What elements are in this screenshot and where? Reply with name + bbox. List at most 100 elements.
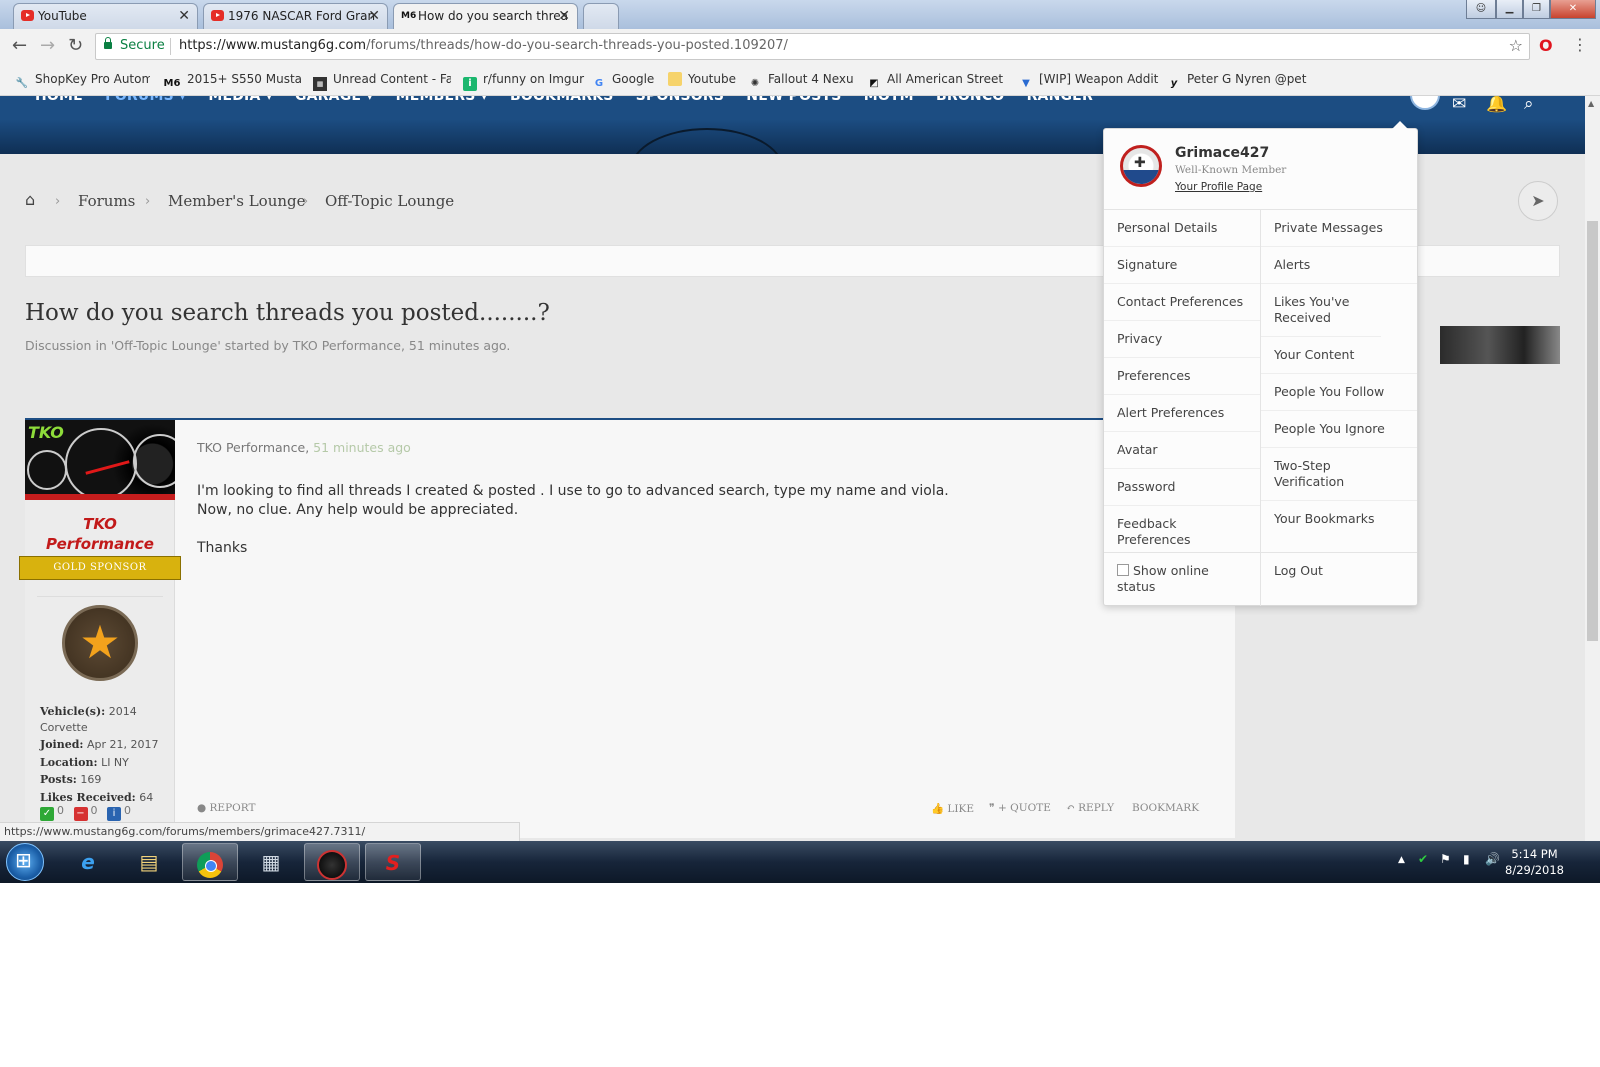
menu-preferences[interactable]: Preferences xyxy=(1104,358,1260,395)
account-avatar[interactable] xyxy=(1120,145,1162,187)
menu-your-content[interactable]: Your Content xyxy=(1261,337,1417,374)
user-icon[interactable]: ☺ xyxy=(1466,0,1496,19)
minimize-icon[interactable]: ▁ xyxy=(1496,0,1523,19)
show-hidden-icons[interactable]: ▲ xyxy=(1398,855,1405,865)
logout-link[interactable]: Log Out xyxy=(1274,563,1323,578)
sync-icon[interactable]: ✔ xyxy=(1418,852,1428,866)
menu-signature[interactable]: Signature xyxy=(1104,247,1260,284)
tab-current-thread[interactable]: M6 How do you search threa ✕ xyxy=(393,3,578,30)
menu-dots-icon[interactable]: ⋮ xyxy=(1572,35,1588,54)
account-avatar-icon[interactable] xyxy=(1410,96,1440,110)
tab-nascar[interactable]: 1976 NASCAR Ford Gran ✕ xyxy=(203,3,388,29)
menu-privacy[interactable]: Privacy xyxy=(1104,321,1260,358)
account-username[interactable]: Grimace427 xyxy=(1175,145,1269,161)
file-explorer-icon[interactable]: ▤ xyxy=(121,843,177,881)
minus-icon[interactable]: − xyxy=(73,807,88,821)
menu-password[interactable]: Password xyxy=(1104,469,1260,506)
author-name[interactable]: TKO Performance xyxy=(25,514,175,554)
back-icon[interactable]: ← xyxy=(12,35,27,56)
menu-avatar[interactable]: Avatar xyxy=(1104,432,1260,469)
page-scrollbar[interactable]: ▲ ▼ xyxy=(1585,96,1600,857)
bookmark-item[interactable]: ◩ All American Street R xyxy=(867,72,1007,91)
internet-explorer-icon[interactable]: e xyxy=(60,843,116,881)
tab-youtube[interactable]: YouTube ✕ xyxy=(13,3,198,29)
menu-feedback-preferences[interactable]: Feedback Preferences xyxy=(1104,506,1244,558)
nav-forums[interactable]: FORUMS ▾ xyxy=(105,96,186,104)
close-tab-icon[interactable]: ✕ xyxy=(558,4,570,28)
inbox-icon[interactable]: ✉ xyxy=(1452,96,1466,114)
flag-icon[interactable]: ⚑ xyxy=(1440,852,1451,866)
breadcrumb-members-lounge[interactable]: Member's Lounge xyxy=(168,192,306,210)
close-window-icon[interactable]: ✕ xyxy=(1550,0,1596,19)
restore-icon[interactable]: ❐ xyxy=(1523,0,1550,19)
bookmark-item[interactable]: i r/funny on Imgur xyxy=(463,72,588,91)
new-tab-button[interactable] xyxy=(583,3,619,29)
url-text[interactable]: https://www.mustang6g.com/forums/threads… xyxy=(179,38,788,53)
menu-personal-details[interactable]: Personal Details xyxy=(1104,210,1260,247)
menu-private-messages[interactable]: Private Messages xyxy=(1261,210,1417,247)
post-time[interactable]: 51 minutes ago xyxy=(313,440,411,455)
compass-icon[interactable]: ➤ xyxy=(1518,181,1558,221)
bookmark-item[interactable]: ▼ [WIP] Weapon Additi xyxy=(1019,72,1159,91)
menu-your-bookmarks[interactable]: Your Bookmarks xyxy=(1261,501,1417,537)
post-author-link[interactable]: TKO Performance xyxy=(197,440,305,455)
like-button[interactable]: 👍 LIKE xyxy=(931,802,974,815)
check-icon[interactable]: ✓ xyxy=(40,807,54,821)
author-avatar[interactable]: TKO xyxy=(25,420,175,500)
close-tab-icon[interactable]: ✕ xyxy=(178,4,190,28)
home-icon[interactable]: ⌂ xyxy=(25,190,35,209)
nav-garage[interactable]: GARAGE ▾ xyxy=(295,96,374,104)
nav-bookmarks[interactable]: BOOKMARKS xyxy=(510,96,614,104)
nav-ranger[interactable]: RANGER xyxy=(1027,96,1093,104)
menu-alert-preferences[interactable]: Alert Preferences xyxy=(1104,395,1260,432)
breadcrumb-forums[interactable]: Forums xyxy=(78,192,135,210)
network-icon[interactable]: ▮ xyxy=(1463,852,1470,866)
search-icon[interactable]: ⌕ xyxy=(1524,96,1534,114)
chrome-icon[interactable] xyxy=(182,843,238,881)
show-online-toggle[interactable]: Show online status xyxy=(1117,563,1247,595)
bookmark-item[interactable]: M6 2015+ S550 Mustang xyxy=(163,72,301,91)
start-button[interactable] xyxy=(6,843,44,881)
nav-sponsors[interactable]: SPONSORS xyxy=(636,96,724,104)
calculator-icon[interactable]: ▦ xyxy=(243,843,299,881)
address-bar[interactable]: Secure https://www.mustang6g.com/forums/… xyxy=(95,33,1530,60)
scroll-up-icon[interactable]: ▲ xyxy=(1588,99,1594,108)
reply-button[interactable]: ↶ REPLY xyxy=(1066,802,1114,814)
nav-members[interactable]: MEMBERS ▾ xyxy=(396,96,488,104)
menu-alerts[interactable]: Alerts xyxy=(1261,247,1417,284)
nav-bronco[interactable]: BRONCO xyxy=(936,96,1004,104)
bookmark-item[interactable]: ✺ Fallout 4 Nexus xyxy=(748,72,853,91)
bookmark-item[interactable]: Youtube xyxy=(668,72,748,86)
menu-two-step-verification[interactable]: Two-Step Verification xyxy=(1261,448,1417,501)
volume-icon[interactable]: 🔊 xyxy=(1485,852,1500,866)
menu-people-you-ignore[interactable]: People You Ignore xyxy=(1261,411,1417,448)
bookmark-item[interactable]: y Peter G Nyren @pete xyxy=(1167,72,1307,91)
nav-new-posts[interactable]: NEW POSTS xyxy=(746,96,841,104)
bookmark-item[interactable]: 🔧 ShopKey Pro Automo xyxy=(15,72,150,91)
report-button[interactable]: ● REPORT xyxy=(197,802,255,814)
breadcrumb-off-topic[interactable]: Off-Topic Lounge xyxy=(325,192,454,210)
bookmark-star-icon[interactable]: ☆ xyxy=(1509,36,1523,55)
bookmark-item[interactable]: ▦ Unread Content - Fa xyxy=(313,72,451,91)
speedometer-app-icon[interactable] xyxy=(304,843,360,881)
info-icon[interactable]: i xyxy=(107,807,121,821)
system-clock[interactable]: 5:14 PM 8/29/2018 xyxy=(1505,846,1564,878)
bookmark-item[interactable]: G Google xyxy=(592,72,662,91)
menu-people-you-follow[interactable]: People You Follow xyxy=(1261,374,1417,411)
snapon-app-icon[interactable]: S xyxy=(365,843,421,881)
quote-button[interactable]: ❞ + QUOTE xyxy=(989,802,1051,814)
bookmark-button[interactable]: BOOKMARK xyxy=(1132,802,1199,814)
show-online-checkbox[interactable] xyxy=(1117,564,1129,576)
reload-icon[interactable]: ↻ xyxy=(68,35,83,56)
bell-icon[interactable]: 🔔 xyxy=(1486,96,1507,114)
close-tab-icon[interactable]: ✕ xyxy=(368,4,380,28)
profile-page-link[interactable]: Your Profile Page xyxy=(1175,181,1262,193)
menu-likes-received[interactable]: Likes You've Received xyxy=(1261,284,1381,337)
nav-motm[interactable]: MOTM xyxy=(864,96,914,104)
sponsor-banner-image[interactable] xyxy=(1440,326,1560,364)
nav-home[interactable]: HOME xyxy=(35,96,83,104)
opera-icon[interactable]: O xyxy=(1539,36,1553,55)
nav-media[interactable]: MEDIA ▾ xyxy=(208,96,272,104)
scrollbar-thumb[interactable] xyxy=(1587,221,1598,641)
menu-contact-preferences[interactable]: Contact Preferences xyxy=(1104,284,1260,321)
